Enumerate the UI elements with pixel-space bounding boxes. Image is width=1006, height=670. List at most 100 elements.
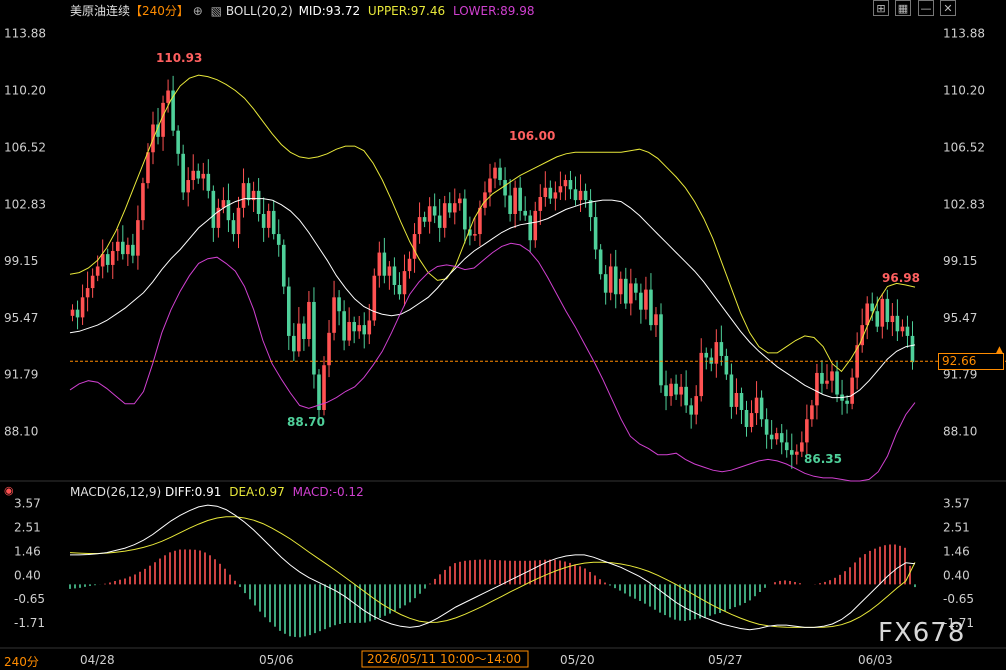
candle-body <box>201 173 206 179</box>
candle-body <box>276 234 281 245</box>
macd-y-tick-left: 1.46 <box>14 544 41 558</box>
y-tick-label-left: 99.15 <box>4 254 38 268</box>
candle-body <box>744 409 749 427</box>
macd-y-tick-left: 3.57 <box>14 496 41 510</box>
candle-body <box>583 190 588 201</box>
candle-body <box>754 397 759 414</box>
minimize-icon[interactable]: — <box>918 0 934 16</box>
candle-body <box>764 419 769 435</box>
candle-body <box>910 335 915 363</box>
candle-body <box>634 283 638 293</box>
chart-canvas[interactable]: 113.88 113.88 110.20 110.20 106.52 106.52 102.… <box>0 0 1006 669</box>
candle-body <box>518 187 522 211</box>
candle-body <box>261 213 266 228</box>
candle-body <box>603 274 608 293</box>
macd-settings-icon[interactable]: ◉ <box>4 484 14 497</box>
candle-body <box>312 301 316 375</box>
candle-body <box>694 396 699 415</box>
candle-body <box>80 297 85 318</box>
y-tick-label-left: 102.83 <box>4 197 46 211</box>
candle-body <box>649 289 653 326</box>
candle-body <box>226 200 231 221</box>
macd-diff-value: DIFF:0.91 <box>164 485 222 499</box>
candle-body <box>236 207 241 235</box>
candle-body <box>473 234 477 236</box>
candle-body <box>689 405 693 415</box>
candle-body <box>176 130 180 154</box>
candle-body <box>503 180 507 196</box>
candle-body <box>115 241 120 252</box>
grid-icon[interactable]: ▦ <box>895 0 911 16</box>
macd-y-tick-right: -0.65 <box>943 592 974 606</box>
macd-title[interactable]: MACD(26,12,9) <box>70 485 161 499</box>
boll-upper-value: UPPER:97.46 <box>367 4 446 18</box>
x-tick-label: 05/06 <box>259 653 294 667</box>
candle-body <box>875 311 880 327</box>
candle-body <box>543 187 548 198</box>
candle-body <box>719 342 724 356</box>
candle-body <box>266 210 271 228</box>
macd-header: MACD(26,12,9) DIFF:0.91 DEA:0.97 MACD:-0… <box>70 485 364 499</box>
candle-body <box>427 206 432 222</box>
candle-body <box>302 323 306 339</box>
candle-body <box>805 419 809 443</box>
candle-body <box>563 180 568 187</box>
period-label[interactable]: 240分 <box>4 653 39 670</box>
candle-body <box>800 442 804 452</box>
candle-body <box>659 314 663 386</box>
y-tick-label-right: 95.47 <box>943 311 977 325</box>
macd-y-tick-right: 2.51 <box>943 520 970 534</box>
candle-body <box>498 167 502 181</box>
candle-body <box>578 190 583 201</box>
y-tick-label-right: 88.10 <box>943 425 977 439</box>
y-tick-label-right: 102.83 <box>943 197 985 211</box>
x-tick-label: 04/28 <box>80 653 115 667</box>
candle-body <box>679 386 683 395</box>
candle-body <box>352 322 356 332</box>
candle-body <box>271 210 276 235</box>
candle-body <box>729 374 734 407</box>
candle-body <box>493 167 497 179</box>
candle-body <box>850 377 854 404</box>
setting-icon[interactable]: ⊕ <box>193 4 203 18</box>
y-tick-label-left: 110.20 <box>4 84 46 98</box>
candle-body <box>654 314 658 326</box>
candle-body <box>432 206 437 216</box>
candle-body <box>337 297 341 312</box>
boll-icon: ▧ <box>210 4 222 18</box>
candle-body <box>900 326 905 332</box>
candle-body <box>890 315 895 323</box>
price-annotation: 106.00 <box>509 129 555 143</box>
boll-label[interactable]: BOLL(20,2) <box>226 4 293 18</box>
macd-y-tick-right: 0.40 <box>943 568 970 582</box>
candle-body <box>870 303 875 312</box>
candle-body <box>377 252 382 276</box>
main-chart-header: 美原油连续【240分】 ⊕ ▧ BOLL(20,2) MID:93.72 UPP… <box>70 2 534 19</box>
macd-y-tick-left: 2.51 <box>14 520 41 534</box>
candle-body <box>644 289 648 310</box>
candle-body <box>629 283 633 304</box>
macd-y-tick-right: 1.46 <box>943 544 970 558</box>
candle-body <box>327 332 331 366</box>
price-annotation: 86.35 <box>804 452 842 466</box>
candle-body <box>774 433 779 440</box>
candle-body <box>699 352 704 397</box>
candle-body <box>347 322 351 341</box>
candle-body <box>568 180 573 190</box>
candle-body <box>769 434 774 440</box>
macd-y-tick-left: 0.40 <box>14 568 41 582</box>
close-icon[interactable]: ✕ <box>940 0 956 16</box>
candle-body <box>573 189 578 201</box>
period-badge[interactable]: 【240分】 <box>130 4 189 18</box>
candle-body <box>121 241 125 255</box>
candle-body <box>538 197 543 211</box>
candle-body <box>332 297 336 333</box>
candle-body <box>186 180 190 193</box>
candle-body <box>674 383 678 395</box>
candle-body <box>397 284 402 295</box>
candle-body <box>141 183 145 221</box>
layout-icon[interactable]: ⊞ <box>873 0 889 16</box>
candle-body <box>382 252 387 276</box>
candle-body <box>784 442 789 451</box>
candle-body <box>447 203 452 213</box>
